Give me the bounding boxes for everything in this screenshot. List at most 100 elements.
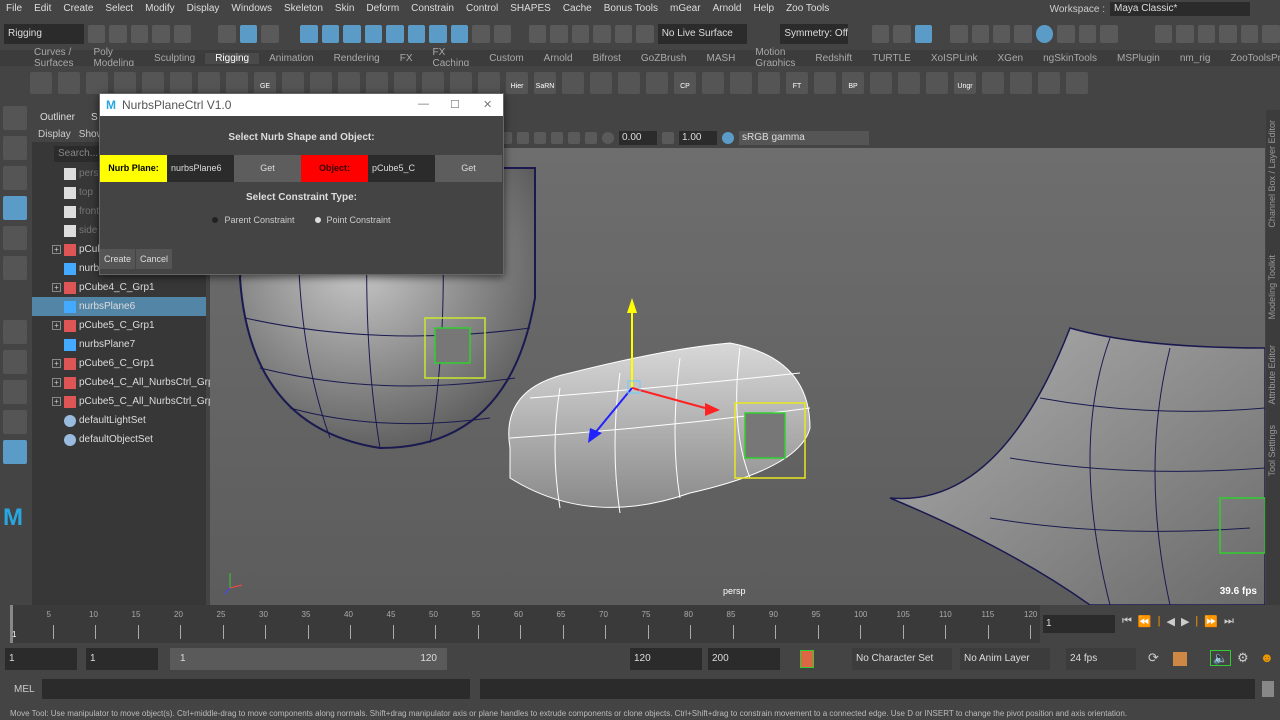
step-forward-icon[interactable]: ⏩ (1204, 615, 1218, 628)
select-object-icon[interactable] (239, 24, 258, 43)
shelf-tool-icon[interactable] (170, 72, 192, 94)
tab-redshift[interactable]: Redshift (805, 53, 862, 64)
symmetry-dropdown[interactable]: Symmetry: Off (780, 23, 849, 44)
magnet-icon[interactable] (550, 24, 568, 43)
shelf-tool-icon[interactable] (618, 72, 640, 94)
shelf-tool-icon[interactable] (226, 72, 248, 94)
loop-icon[interactable]: ⟳ (1148, 650, 1159, 666)
expand-icon[interactable]: + (52, 321, 61, 330)
light-editor-icon[interactable] (1078, 24, 1097, 43)
lighting-icon[interactable] (517, 132, 529, 144)
select-hierarchy-icon[interactable] (218, 24, 236, 43)
resolution-gate-icon[interactable] (585, 132, 597, 144)
character-set-dropdown[interactable]: No Character Set (852, 648, 952, 670)
new-scene-icon[interactable] (87, 24, 106, 43)
colorspace-dropdown[interactable]: sRGB gamma (739, 131, 869, 145)
current-frame-marker[interactable]: 1 (12, 630, 16, 639)
shelf-tool-icon[interactable]: GE (254, 72, 276, 94)
tab-channel-box[interactable]: Channel Box / Layer Editor (1267, 120, 1277, 228)
shelf-tool-icon[interactable] (58, 72, 80, 94)
play-backward-icon[interactable]: ◀ (1166, 615, 1174, 628)
outliner-item[interactable]: + pCube5_C_Grp1 (32, 316, 206, 335)
character-icon[interactable]: ☻ (1260, 650, 1274, 665)
minimize-button[interactable]: — (418, 98, 429, 110)
step-back-icon[interactable]: ⏪ (1138, 615, 1152, 628)
shelf-tool-icon[interactable] (982, 72, 1004, 94)
auto-key-icon[interactable] (800, 650, 814, 668)
rotate-tool-icon[interactable] (3, 226, 27, 250)
tab-attribute-editor[interactable]: Attribute Editor (1267, 345, 1277, 405)
select-lock-icon[interactable] (493, 24, 512, 43)
save-scene-icon[interactable] (130, 24, 149, 43)
tab-animation[interactable]: Animation (259, 53, 323, 64)
workspace-selector[interactable]: Workspace : Maya Classic* (1050, 2, 1250, 16)
script-editor-icon[interactable] (1262, 681, 1274, 697)
menu-edit[interactable]: Edit (28, 3, 57, 14)
menu-cache[interactable]: Cache (557, 3, 598, 14)
open-scene-icon[interactable] (109, 24, 127, 43)
tool-settings-icon[interactable] (1240, 24, 1259, 43)
attribute-editor-icon[interactable] (1219, 24, 1237, 43)
lock-icon[interactable] (472, 24, 490, 43)
human-ik-icon[interactable] (1197, 24, 1216, 43)
prev-key-icon[interactable]: | (1158, 615, 1161, 628)
ipr-icon[interactable] (993, 24, 1011, 43)
shadows-icon[interactable] (534, 132, 546, 144)
object-field[interactable]: pCube5_C (368, 155, 435, 182)
expand-icon[interactable]: + (52, 283, 61, 292)
expand-icon[interactable]: + (52, 378, 61, 387)
tab-xoisplink[interactable]: XoISPLink (921, 53, 988, 64)
mel-input[interactable] (42, 679, 470, 699)
render-settings-icon[interactable] (1014, 24, 1032, 43)
menu-file[interactable]: File (0, 3, 28, 14)
playback-start-field[interactable]: 1 (86, 648, 158, 670)
magnet-icon[interactable] (636, 24, 654, 43)
character-controls-icon[interactable] (1176, 24, 1194, 43)
range-slider[interactable]: 1 120 (170, 648, 447, 670)
outliner-item[interactable]: + pCube5_C_All_NurbsCtrl_Grp (32, 392, 214, 411)
menu-shapes[interactable]: SHAPES (504, 3, 557, 14)
go-to-end-icon[interactable]: ⏭ (1224, 615, 1234, 628)
menu-constrain[interactable]: Constrain (405, 3, 460, 14)
redo-icon[interactable] (173, 24, 192, 43)
current-frame-field[interactable]: 1 (1043, 615, 1115, 633)
input-icon[interactable] (871, 24, 890, 43)
outliner-item[interactable]: nurbsPlane6 (32, 297, 206, 316)
sound-icon[interactable]: 🔈 (1210, 650, 1231, 666)
shelf-tool-icon[interactable]: Hier (506, 72, 528, 94)
anim-prefs-icon[interactable]: ⚙ (1237, 650, 1249, 666)
scene-start-field[interactable]: 1 (5, 648, 77, 670)
menu-create[interactable]: Create (57, 3, 99, 14)
expand-icon[interactable]: + (52, 359, 61, 368)
shelf-tool-icon[interactable] (142, 72, 164, 94)
render-frame-icon[interactable] (971, 24, 990, 43)
outliner-menu-display[interactable]: Display (38, 129, 71, 140)
shelf-tool-icon[interactable] (394, 72, 416, 94)
tab-rendering[interactable]: Rendering (324, 53, 390, 64)
shelf-tool-icon[interactable]: CP (674, 72, 696, 94)
shelf-tool-icon[interactable] (814, 72, 836, 94)
scene-end-field[interactable]: 200 (708, 648, 780, 670)
menu-modify[interactable]: Modify (139, 3, 180, 14)
construction-history-icon[interactable] (914, 24, 933, 43)
play-forward-icon[interactable]: ▶ (1181, 615, 1189, 628)
shelf-tool-icon[interactable] (926, 72, 948, 94)
shelf-tool-icon[interactable] (590, 72, 612, 94)
anim-layer-dropdown[interactable]: No Anim Layer (960, 648, 1050, 670)
next-key-icon[interactable]: | (1195, 615, 1198, 628)
move-tool-icon[interactable] (3, 196, 27, 220)
shelf-tool-icon[interactable] (646, 72, 668, 94)
menu-help[interactable]: Help (747, 3, 780, 14)
hypershade-icon[interactable] (1035, 24, 1054, 43)
menu-skin[interactable]: Skin (329, 3, 360, 14)
tab-turtle[interactable]: TURTLE (862, 53, 921, 64)
shelf-tool-icon[interactable]: BP (842, 72, 864, 94)
tab-rigging[interactable]: Rigging (205, 52, 260, 64)
cancel-button[interactable]: Cancel (136, 249, 173, 269)
shelf-tool-icon[interactable] (1038, 72, 1060, 94)
lasso-tool-icon[interactable] (3, 136, 27, 160)
shelf-tool-icon[interactable] (478, 72, 500, 94)
shelf-tool-icon[interactable] (1010, 72, 1032, 94)
tab-nm-rig[interactable]: nm_rig (1170, 53, 1221, 64)
shelf-tool-icon[interactable] (422, 72, 444, 94)
